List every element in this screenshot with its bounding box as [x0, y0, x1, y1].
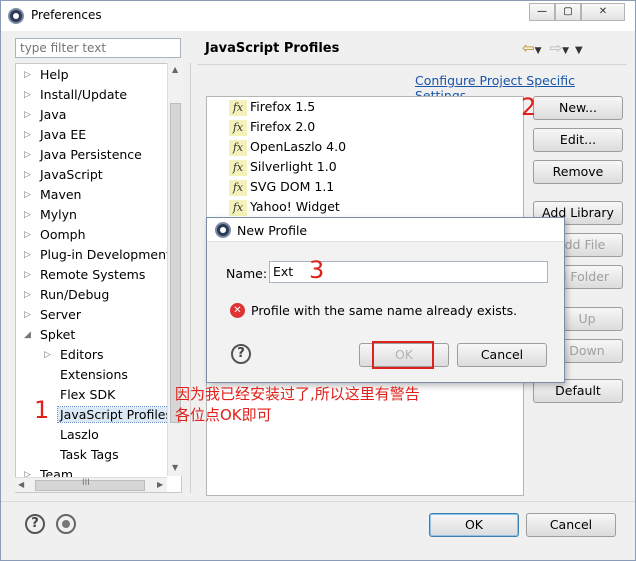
function-icon: fx [229, 139, 247, 156]
filter-input[interactable] [15, 38, 181, 58]
annotation-number-2: 2 [521, 93, 537, 121]
help-icon[interactable]: ? [25, 514, 45, 534]
grip-icon: III [82, 478, 90, 488]
new-button[interactable]: New... [533, 96, 623, 120]
list-item[interactable]: fx OpenLaszlo 4.0 [229, 137, 346, 157]
ok-highlight-box [372, 341, 434, 369]
footer-divider [1, 501, 635, 502]
dialog-title: New Profile [237, 223, 308, 238]
expand-arrow-icon[interactable]: ▷ [24, 306, 34, 324]
back-dropdown-icon[interactable]: ▼ [535, 46, 542, 56]
annotation-number-1: 1 [34, 396, 50, 424]
tree-item-laszlo[interactable]: Laszlo [60, 426, 99, 444]
scroll-right-arrow-icon[interactable]: ▶ [157, 480, 163, 489]
tree-item-remote-systems[interactable]: ▷ Remote Systems [24, 266, 145, 284]
list-item[interactable]: fx SVG DOM 1.1 [229, 177, 334, 197]
tree-item-task-tags[interactable]: Task Tags [60, 446, 119, 464]
function-icon: fx [229, 179, 247, 196]
expand-arrow-icon[interactable]: ▷ [24, 266, 34, 284]
remove-button[interactable]: Remove [533, 160, 623, 184]
list-item[interactable]: fx Firefox 2.0 [229, 117, 315, 137]
tree-item-run-debug[interactable]: ▷ Run/Debug [24, 286, 109, 304]
annotation-note: 因为我已经安装过了,所以这里有警告 各位点OK即可 [175, 384, 505, 426]
forward-arrow-icon[interactable]: ⇨ [550, 39, 563, 57]
scrollbar-thumb[interactable]: III [35, 478, 145, 491]
help-icon[interactable]: ? [231, 344, 251, 364]
annotation-note-line-2: 各位点OK即可 [175, 406, 272, 424]
edit-button[interactable]: Edit... [533, 128, 623, 152]
scrollbar-thumb[interactable] [170, 103, 181, 423]
list-item[interactable]: fx Silverlight 1.0 [229, 157, 337, 177]
maximize-button[interactable]: ▢ [555, 3, 581, 21]
tree-item-plugin-development[interactable]: ▷ Plug-in Development [24, 246, 171, 264]
function-icon: fx [229, 159, 247, 176]
expand-arrow-icon[interactable]: ▷ [24, 186, 34, 204]
error-message: Profile with the same name already exist… [251, 303, 518, 318]
record-icon[interactable] [56, 514, 76, 534]
tree-item-oomph[interactable]: ▷ Oomph [24, 226, 86, 244]
tree-item-install-update[interactable]: ▷ Install/Update [24, 86, 127, 104]
annotation-number-3: 3 [309, 256, 325, 284]
error-icon: ✕ [230, 303, 245, 318]
tree-item-javascript-profiles[interactable]: JavaScript Profiles [56, 406, 176, 424]
tree-item-java-persistence[interactable]: ▷ Java Persistence [24, 146, 142, 164]
tree-item-server[interactable]: ▷ Server [24, 306, 81, 324]
tree-item-spket[interactable]: ◢ Spket [24, 326, 75, 344]
tree-item-extensions[interactable]: Extensions [60, 366, 128, 384]
page-title: JavaScript Profiles [205, 41, 340, 56]
expand-arrow-icon[interactable]: ▷ [24, 286, 34, 304]
preferences-window: Preferences — ▢ ✕ ▷Help ▷Install/Update … [0, 0, 636, 561]
expand-arrow-icon[interactable]: ▷ [24, 106, 34, 124]
preferences-tree: ▷ Help ▷ Install/Update ▷ Java ▷ Java EE ▷ Ja… [15, 63, 182, 493]
annotation-note-line-1: 因为我已经安装过了,所以这里有警告 [175, 385, 420, 403]
new-profile-dialog: New Profile Name: Ext ✕ Profile with the… [206, 217, 565, 383]
scroll-down-arrow-icon[interactable]: ▼ [172, 463, 178, 472]
tree-item-mylyn[interactable]: ▷ Mylyn [24, 206, 77, 224]
function-icon: fx [229, 119, 247, 136]
pane-splitter[interactable] [190, 63, 191, 493]
expand-arrow-icon[interactable]: ▷ [24, 126, 34, 144]
cancel-button[interactable]: Cancel [526, 513, 616, 537]
title-bar: Preferences — ▢ ✕ [1, 1, 635, 31]
tree-item-maven[interactable]: ▷ Maven [24, 186, 81, 204]
function-icon: fx [229, 199, 247, 216]
name-label: Name: [226, 266, 268, 281]
expand-arrow-icon[interactable]: ▷ [24, 246, 34, 264]
list-item[interactable]: fx Yahoo! Widget [229, 197, 340, 217]
eclipse-icon [215, 222, 231, 238]
expand-arrow-icon[interactable]: ▷ [24, 86, 34, 104]
tree-item-java[interactable]: ▷ Java [24, 106, 66, 124]
list-item[interactable]: fx Firefox 1.5 [229, 97, 315, 117]
forward-dropdown-icon[interactable]: ▼ [562, 46, 569, 56]
expand-arrow-icon[interactable]: ▷ [24, 66, 34, 84]
tree-item-javascript[interactable]: ▷ JavaScript [24, 166, 103, 184]
tree-item-flex-sdk[interactable]: Flex SDK [60, 386, 115, 404]
tree-item-help[interactable]: ▷ Help [24, 66, 69, 84]
eclipse-icon [8, 8, 24, 24]
tree-item-java-ee[interactable]: ▷ Java EE [24, 126, 86, 144]
page-navigation: ⇦▼ ⇨▼ ▼ [522, 39, 583, 57]
ok-button[interactable]: OK [429, 513, 519, 537]
minimize-button[interactable]: — [529, 3, 555, 21]
expand-arrow-icon[interactable]: ▷ [24, 226, 34, 244]
dialog-title-bar: New Profile [207, 218, 564, 242]
dialog-cancel-button[interactable]: Cancel [457, 343, 547, 367]
title-divider [197, 64, 627, 65]
tree-item-editors[interactable]: ▷ Editors [44, 346, 104, 364]
view-menu-icon[interactable]: ▼ [575, 45, 583, 56]
function-icon: fx [229, 99, 247, 116]
expand-arrow-icon[interactable]: ▷ [44, 346, 54, 364]
close-button[interactable]: ✕ [581, 3, 625, 21]
expand-arrow-icon[interactable]: ▷ [24, 206, 34, 224]
expand-arrow-icon[interactable]: ▷ [24, 166, 34, 184]
tree-horizontal-scrollbar[interactable]: ◀ III ▶ [15, 477, 167, 492]
back-arrow-icon[interactable]: ⇦ [522, 39, 535, 57]
scroll-left-arrow-icon[interactable]: ◀ [18, 480, 24, 489]
window-title: Preferences [31, 8, 102, 22]
scroll-up-arrow-icon[interactable]: ▲ [172, 65, 178, 74]
expand-arrow-icon[interactable]: ▷ [24, 146, 34, 164]
collapse-arrow-icon[interactable]: ◢ [24, 326, 34, 344]
